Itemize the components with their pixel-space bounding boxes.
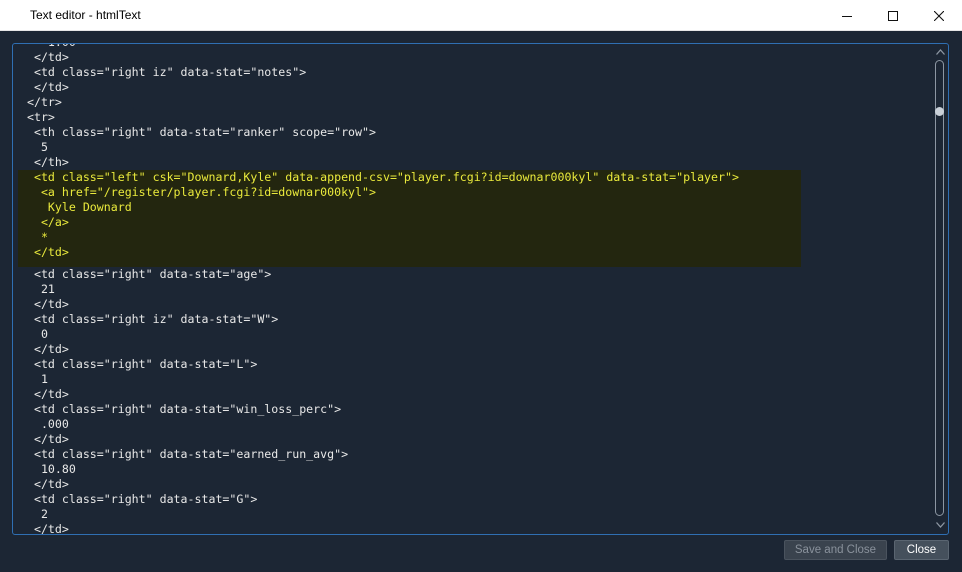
- window-body: 1.00 </td> <td class="right iz" data-sta…: [0, 31, 962, 572]
- code-line: .000: [20, 417, 69, 431]
- code-line: </td>: [20, 50, 69, 64]
- code-line: </th>: [20, 155, 69, 169]
- code-line: </td>: [20, 387, 69, 401]
- code-line-highlighted: </td>: [18, 245, 801, 260]
- code-line: 21: [20, 282, 55, 296]
- close-button[interactable]: Close: [894, 540, 949, 560]
- code-line: <th class="right" data-stat="ranker" sco…: [20, 125, 376, 139]
- code-editor[interactable]: 1.00 </td> <td class="right iz" data-sta…: [12, 43, 949, 535]
- code-line-highlighted: Kyle Downard: [18, 200, 801, 215]
- chevron-down-icon: [935, 522, 945, 528]
- scrollbar-thumb[interactable]: [935, 107, 944, 116]
- maximize-button[interactable]: [870, 0, 916, 31]
- code-line-highlighted: <td class="left" csk="Downard,Kyle" data…: [18, 170, 801, 185]
- scroll-down-button[interactable]: [935, 520, 945, 530]
- scroll-up-button[interactable]: [935, 47, 945, 57]
- maximize-icon: [888, 10, 898, 21]
- code-line: </td>: [20, 342, 69, 356]
- code-line: 0: [20, 327, 48, 341]
- close-window-button[interactable]: [916, 0, 962, 31]
- window-title: Text editor - htmlText: [30, 8, 141, 22]
- code-line: </td>: [20, 80, 69, 94]
- code-line-highlighted: *: [18, 230, 801, 245]
- chevron-up-icon: [935, 49, 945, 55]
- code-line: <td class="right" data-stat="G">: [20, 492, 258, 506]
- code-line: <td class="right" data-stat="age">: [20, 267, 272, 281]
- code-line: <td class="right iz" data-stat="W">: [20, 312, 279, 326]
- save-and-close-button[interactable]: Save and Close: [784, 540, 887, 560]
- code-line: </td>: [20, 297, 69, 311]
- code-line: 10.80: [20, 462, 76, 476]
- code-line: <tr>: [20, 110, 55, 124]
- highlight-block-bottom: [18, 260, 801, 267]
- title-bar: Text editor - htmlText: [0, 0, 962, 31]
- code-line: <td class="right" data-stat="L">: [20, 357, 258, 371]
- vertical-scrollbar[interactable]: [933, 46, 947, 532]
- scrollbar-track[interactable]: [935, 60, 944, 516]
- code-line: </tr>: [20, 95, 62, 109]
- code-line: 1.00: [20, 44, 932, 50]
- code-line: 1: [20, 372, 48, 386]
- code-lines: 1.00 </td> <td class="right iz" data-sta…: [18, 44, 932, 535]
- code-line: </td>: [20, 522, 69, 535]
- code-line: <td class="right" data-stat="earned_run_…: [20, 447, 349, 461]
- code-line: <td class="right iz" data-stat="notes">: [20, 65, 307, 79]
- code-line: </td>: [20, 432, 69, 446]
- code-line: 5: [20, 140, 48, 154]
- code-line: 2: [20, 507, 48, 521]
- minimize-button[interactable]: [824, 0, 870, 31]
- minimize-icon: [842, 15, 852, 17]
- code-line: </td>: [20, 477, 69, 491]
- code-line-highlighted: </a>: [18, 215, 801, 230]
- code-line: <td class="right" data-stat="win_loss_pe…: [20, 402, 342, 416]
- code-line-highlighted: <a href="/register/player.fcgi?id=downar…: [18, 185, 801, 200]
- close-icon: [934, 10, 944, 21]
